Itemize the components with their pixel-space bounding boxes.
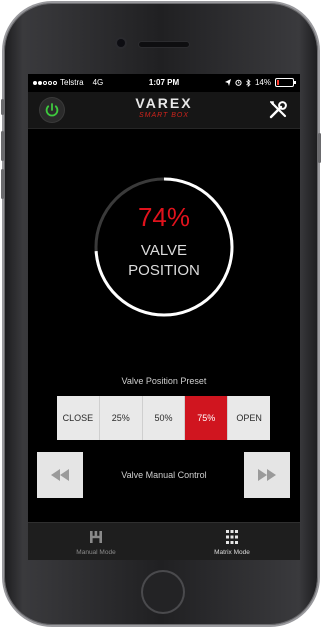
preset-segmented-control: CLOSE 25% 50% 75% OPEN [57, 396, 270, 440]
power-icon [45, 103, 59, 117]
battery-level [277, 80, 280, 85]
location-icon [224, 79, 231, 86]
tab-label-matrix-mode: Matrix Mode [214, 549, 250, 556]
battery-icon [275, 78, 296, 87]
app-screen: Telstra 4G 1:07 PM 14% VAREX SMART BOX 7… [28, 74, 300, 560]
bluetooth-icon [246, 78, 251, 87]
volume-down-button [1, 169, 4, 199]
brand-subtitle: SMART BOX [138, 112, 190, 119]
sleep-button [318, 133, 321, 163]
power-button[interactable] [40, 98, 64, 122]
gauge-label-line2: POSITION [128, 262, 200, 279]
preset-25-button[interactable]: 25% [99, 396, 143, 440]
preset-open-button[interactable]: OPEN [228, 396, 270, 440]
brand-name: VAREX [135, 95, 193, 111]
battery-percent: 14% [254, 78, 271, 87]
phone-frame: Telstra 4G 1:07 PM 14% VAREX SMART BOX 7… [1, 3, 321, 625]
status-bar: Telstra 4G 1:07 PM 14% [28, 74, 300, 92]
tools-icon [269, 101, 287, 119]
manual-control-title: Valve Manual Control [121, 470, 207, 480]
valve-close-step-button[interactable] [37, 452, 83, 498]
gauge-label-line1: VALVE [140, 242, 188, 259]
tab-bar: Manual Mode Matrix Mode [28, 522, 300, 560]
front-camera [117, 39, 125, 47]
home-button[interactable] [143, 572, 183, 612]
app-header: VAREX SMART BOX [28, 92, 300, 129]
manual-mode-icon [90, 531, 102, 543]
preset-75-button[interactable]: 75% [185, 396, 229, 440]
tab-matrix-mode[interactable]: Matrix Mode [164, 523, 300, 560]
earpiece-speaker [139, 42, 189, 47]
status-right: 14% [224, 78, 296, 87]
preset-close-button[interactable]: CLOSE [57, 396, 100, 440]
mute-switch [1, 99, 4, 115]
grid-icon [226, 530, 238, 544]
valve-open-step-button[interactable] [244, 452, 290, 498]
app-logo: VAREX SMART BOX [114, 96, 214, 124]
settings-button[interactable] [266, 98, 290, 122]
fast-forward-icon [258, 469, 276, 481]
volume-up-button [1, 131, 4, 161]
preset-50-button[interactable]: 50% [142, 396, 186, 440]
alarm-icon [235, 79, 242, 86]
valve-position-value: 74% [137, 202, 191, 232]
preset-section-title: Valve Position Preset [121, 376, 207, 386]
tab-manual-mode[interactable]: Manual Mode [28, 523, 164, 560]
rewind-icon [51, 469, 69, 481]
tab-label-manual-mode: Manual Mode [76, 549, 116, 556]
